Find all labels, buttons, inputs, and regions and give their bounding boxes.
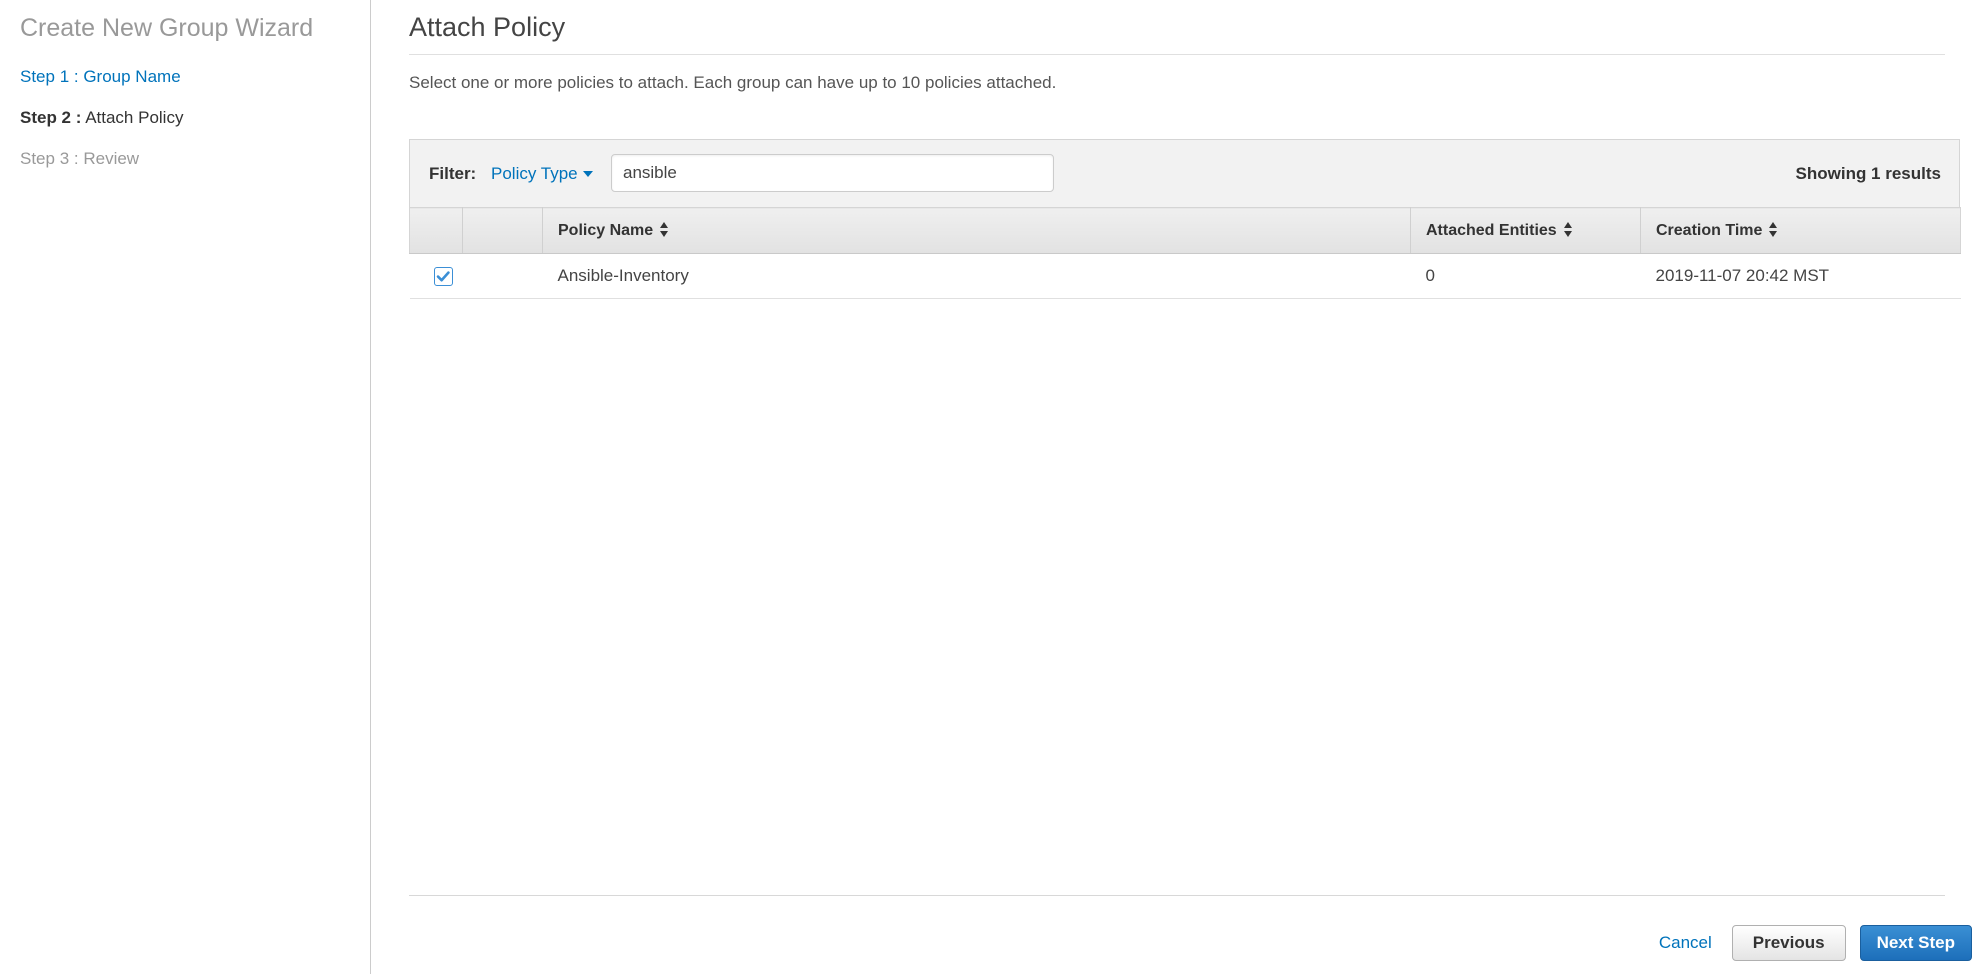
column-header-creation-time[interactable]: Creation Time: [1640, 207, 1961, 254]
page-description: Select one or more policies to attach. E…: [409, 73, 1057, 92]
column-header-spacer: [462, 207, 543, 254]
page-title: Attach Policy: [409, 12, 566, 42]
step-2-label: Attach Policy: [81, 108, 184, 127]
step-3-label: Review: [78, 149, 140, 168]
sidebar-step-1-group-name[interactable]: Step 1 : Group Name: [20, 67, 181, 87]
step-3-lead: Step 3 :: [20, 149, 79, 168]
sort-arrows-icon: [660, 221, 669, 237]
cell-policy-name: Ansible-Inventory: [542, 253, 1411, 299]
column-header-policy-name-label: Policy Name: [558, 221, 654, 239]
table-row[interactable]: Ansible-Inventory 0 2019-11-07 20:42 MST: [409, 253, 1961, 299]
next-step-button[interactable]: Next Step: [1859, 925, 1972, 961]
row-select-cell[interactable]: [409, 253, 463, 299]
chevron-down-icon: [582, 170, 593, 177]
column-header-creation-time-label: Creation Time: [1656, 221, 1763, 239]
wizard-title: Create New Group Wizard: [20, 14, 314, 42]
cell-attached-entities: 0: [1410, 253, 1641, 299]
sort-arrows-icon: [1769, 221, 1778, 237]
row-spacer-cell: [462, 253, 543, 299]
policy-table-body: Ansible-Inventory 0 2019-11-07 20:42 MST: [409, 253, 1961, 299]
showing-results-count: Showing 1 results: [1795, 164, 1941, 183]
cell-creation-time: 2019-11-07 20:42 MST: [1640, 253, 1961, 299]
step-2-lead: Step 2 :: [20, 108, 82, 127]
table-header-row: Policy Name Attached Entities Creation T…: [409, 207, 1961, 254]
attach-policy-page: Create New Group Wizard Step 1 : Group N…: [0, 0, 1982, 974]
footer-actions: Cancel Previous Next Step: [1653, 925, 1972, 961]
wizard-sidebar: Create New Group Wizard Step 1 : Group N…: [0, 0, 371, 974]
previous-button[interactable]: Previous: [1731, 925, 1846, 961]
column-header-attached-entities[interactable]: Attached Entities: [1410, 207, 1641, 254]
cancel-button[interactable]: Cancel: [1653, 933, 1718, 953]
sidebar-step-2-attach-policy[interactable]: Step 2 : Attach Policy: [20, 108, 183, 128]
checkmark-icon: [436, 271, 450, 282]
policy-table-header: Policy Name Attached Entities Creation T…: [409, 207, 1961, 254]
policy-type-dropdown[interactable]: Policy Type: [491, 164, 593, 184]
column-header-checkbox: [409, 207, 463, 254]
policy-type-label: Policy Type: [491, 164, 578, 183]
title-divider: [409, 54, 1945, 55]
policy-table: Policy Name Attached Entities Creation T…: [409, 207, 1961, 299]
sort-arrows-icon: [1563, 221, 1573, 237]
filter-panel: Filter: Policy Type Showing 1 results: [409, 139, 1960, 207]
step-1-label: Group Name: [78, 67, 181, 86]
column-header-attached-entities-label: Attached Entities: [1426, 221, 1557, 239]
filter-label: Filter:: [429, 164, 477, 183]
column-header-policy-name[interactable]: Policy Name: [542, 207, 1411, 254]
sidebar-step-3-review: Step 3 : Review: [20, 149, 139, 169]
footer-divider: [409, 895, 1945, 896]
search-input[interactable]: [611, 154, 1054, 192]
step-1-lead: Step 1 :: [20, 67, 79, 86]
row-checkbox[interactable]: [434, 267, 453, 286]
main-content: Attach Policy Select one or more policie…: [372, 0, 1982, 974]
